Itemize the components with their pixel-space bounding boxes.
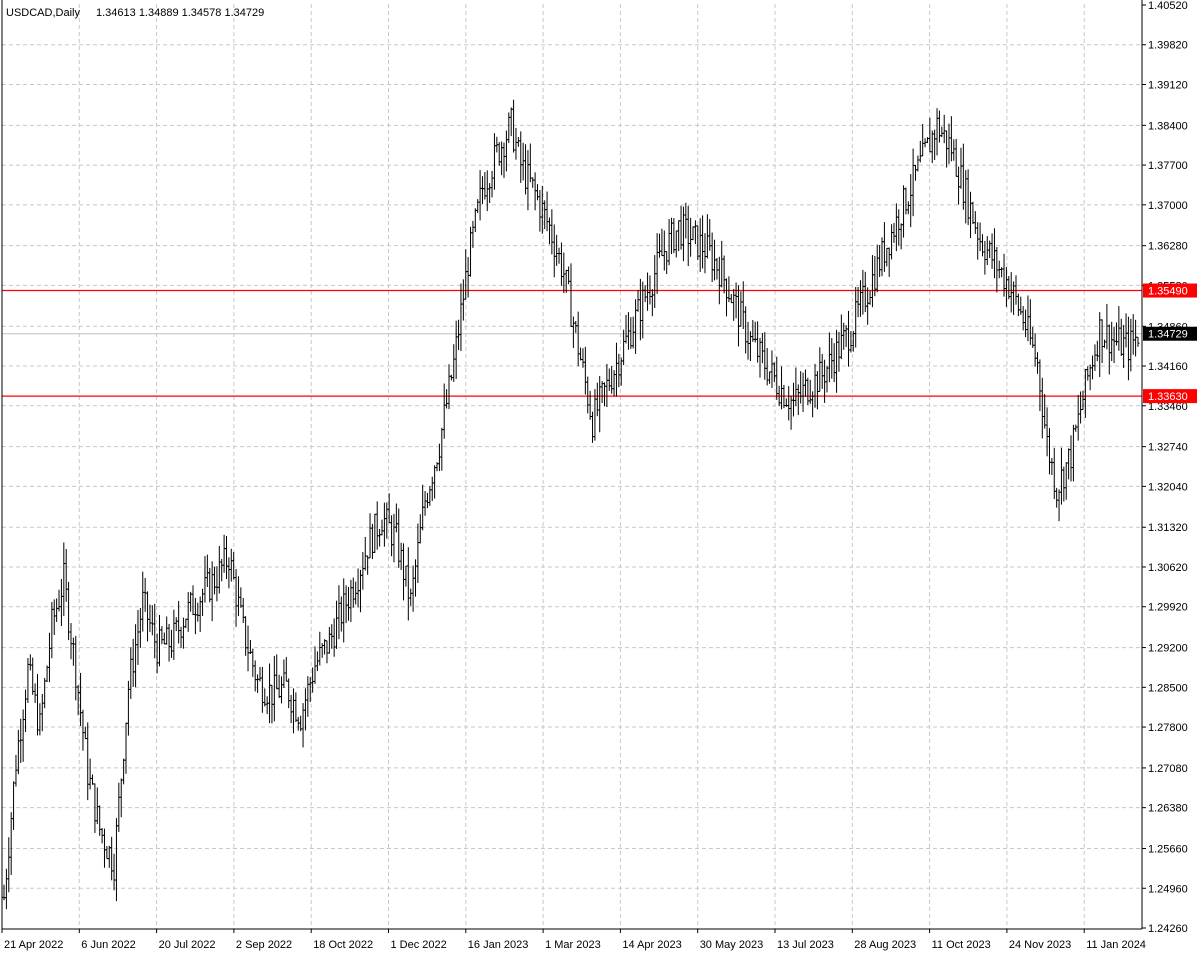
y-tick-label: 1.38400 <box>1148 120 1188 132</box>
chart-header-symbol: USDCAD,Daily <box>6 7 80 19</box>
x-tick-label: 14 Apr 2023 <box>622 939 681 951</box>
y-tick-label: 1.28500 <box>1148 682 1188 694</box>
x-tick-label: 16 Jan 2023 <box>468 939 529 951</box>
y-tick-label: 1.36280 <box>1148 241 1188 253</box>
ohlc-chart[interactable]: 1.40520 1.39820 1.39120 1.38400 1.37700 1.370… <box>0 0 1200 958</box>
chart-window[interactable]: 1.40520 1.39820 1.39120 1.38400 1.37700 1.370… <box>0 0 1200 958</box>
time-scale[interactable]: 21 Apr 2022 6 Jun 2022 20 Jul 2022 2 Sep 20… <box>4 939 1146 951</box>
y-tick-label: 1.29200 <box>1148 643 1188 655</box>
x-tick-label: 30 May 2023 <box>700 939 764 951</box>
x-tick-label: 20 Jul 2022 <box>159 939 216 951</box>
x-tick-label: 21 Apr 2022 <box>4 939 63 951</box>
y-tick-label: 1.27800 <box>1148 722 1188 734</box>
x-tick-label: 13 Jul 2023 <box>777 939 834 951</box>
horizontal-level-label: 1.33630 <box>1148 391 1188 403</box>
x-tick-label: 1 Dec 2022 <box>391 939 447 951</box>
chart-background <box>0 0 1200 958</box>
y-tick-label: 1.39120 <box>1148 79 1188 91</box>
x-tick-label: 18 Oct 2022 <box>313 939 373 951</box>
y-tick-label: 1.25660 <box>1148 844 1188 856</box>
y-tick-label: 1.37000 <box>1148 200 1188 212</box>
current-price-label: 1.34729 <box>1148 329 1188 341</box>
y-tick-label: 1.24260 <box>1148 923 1188 935</box>
y-tick-label: 1.30620 <box>1148 562 1188 574</box>
x-tick-label: 28 Aug 2023 <box>854 939 916 951</box>
x-tick-label: 2 Sep 2022 <box>236 939 292 951</box>
y-tick-label: 1.26380 <box>1148 803 1188 815</box>
x-tick-label: 24 Nov 2023 <box>1009 939 1071 951</box>
y-tick-label: 1.29920 <box>1148 602 1188 614</box>
y-tick-label: 1.39820 <box>1148 40 1188 52</box>
x-tick-label: 11 Oct 2023 <box>932 939 991 951</box>
x-tick-label: 6 Jun 2022 <box>81 939 135 951</box>
horizontal-level-label: 1.35490 <box>1148 286 1188 298</box>
y-tick-label: 1.31320 <box>1148 522 1188 534</box>
chart-header-ohlc: 1.34613 1.34889 1.34578 1.34729 <box>96 7 264 19</box>
y-tick-label: 1.40520 <box>1148 0 1188 12</box>
y-tick-label: 1.32040 <box>1148 481 1188 493</box>
y-tick-label: 1.32740 <box>1148 442 1188 454</box>
x-tick-label: 1 Mar 2023 <box>545 939 601 951</box>
y-tick-label: 1.27080 <box>1148 763 1188 775</box>
y-tick-label: 1.24960 <box>1148 883 1188 895</box>
y-tick-label: 1.34160 <box>1148 361 1188 373</box>
y-tick-label: 1.37700 <box>1148 160 1188 172</box>
x-tick-label: 11 Jan 2024 <box>1086 939 1146 951</box>
